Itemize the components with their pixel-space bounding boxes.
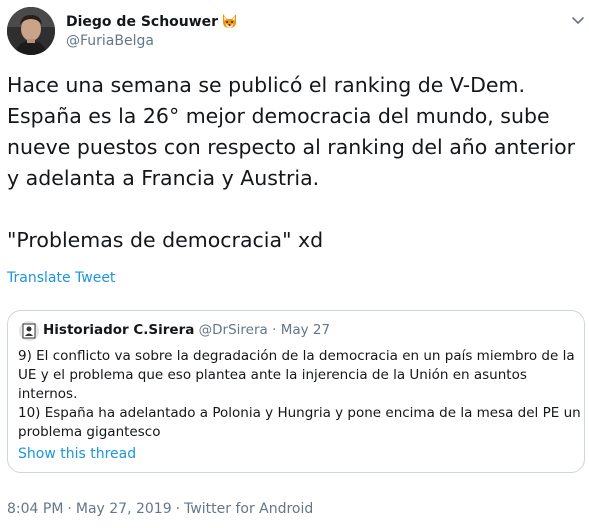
quoted-text-line: internos. — [18, 386, 78, 402]
quoted-separator: · — [272, 322, 277, 338]
tweet-text-line: Hace una semana se publicó el ranking de… — [7, 73, 526, 97]
quoted-text-line: UE y el problema que eso plantea ante la… — [18, 367, 527, 383]
tweet-source[interactable]: Twitter for Android — [184, 501, 313, 517]
quoted-author-avatar — [19, 321, 39, 341]
quoted-date: May 27 — [280, 322, 331, 338]
author-handle[interactable]: @FuriaBelga — [66, 33, 154, 49]
tweet-text-line: "Problemas de democracia" xd — [7, 228, 324, 252]
quoted-author-handle: @DrSirera — [198, 322, 268, 338]
tweet-date[interactable]: May 27, 2019 — [76, 501, 172, 517]
quoted-tweet-header: Historiador C.Sirera @DrSirera · May 27 — [43, 322, 330, 338]
quoted-text-line: 10) España ha adelantado a Polonia y Hun… — [18, 405, 581, 421]
translate-tweet-link[interactable]: Translate Tweet — [7, 270, 115, 286]
quoted-tweet-text: 9) El conflicto va sobre la degradación … — [18, 347, 581, 442]
author-name-text: Diego de Schouwer — [66, 14, 219, 30]
quoted-author-name: Historiador C.Sirera — [43, 322, 195, 338]
show-thread-link[interactable]: Show this thread — [18, 446, 136, 462]
tweet-text-line: y adelanta a Francia y Austria. — [7, 166, 320, 190]
quoted-text-line: problema gigantesco — [18, 424, 161, 440]
tweet: Diego de Schouwer @FuriaBelga Hace una s… — [0, 0, 589, 528]
author-display-name[interactable]: Diego de Schouwer — [66, 13, 238, 30]
tweet-text-line: nueve puestos con respecto al ranking de… — [7, 135, 576, 159]
tweet-text: Hace una semana se publicó el ranking de… — [7, 70, 585, 256]
quoted-tweet[interactable]: Historiador C.Sirera @DrSirera · May 27 … — [7, 310, 585, 473]
tweet-time[interactable]: 8:04 PM — [7, 501, 63, 517]
author-avatar[interactable] — [7, 7, 55, 55]
chevron-down-icon[interactable] — [570, 12, 586, 28]
tweet-text-line: España es la 26° mejor democracia del mu… — [7, 104, 550, 128]
footer-separator: · — [67, 501, 72, 517]
tweet-footer: 8:04 PM · May 27, 2019 · Twitter for Android — [7, 501, 313, 517]
fox-face-icon — [221, 13, 238, 29]
footer-separator: · — [175, 501, 181, 517]
quoted-text-line: 9) El conflicto va sobre la degradación … — [18, 348, 575, 364]
